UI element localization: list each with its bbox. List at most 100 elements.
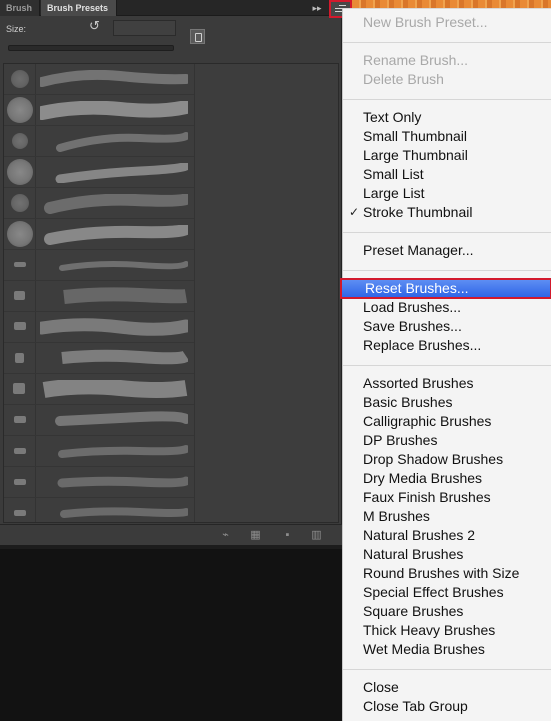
list-divider: [194, 64, 195, 522]
menu-separator: [343, 42, 551, 43]
brush-preset-item[interactable]: [4, 126, 194, 157]
menu-separator: [343, 270, 551, 271]
brush-preset-list[interactable]: [3, 63, 339, 523]
brush-tip-thumbnail: [4, 95, 36, 125]
brush-preset-item[interactable]: [4, 64, 194, 95]
menu-item-close[interactable]: Close: [343, 678, 551, 697]
menu-item-label: Stroke Thumbnail: [363, 204, 473, 220]
brush-tip-thumbnail: [4, 467, 36, 497]
brush-preset-item[interactable]: [4, 343, 194, 374]
menu-separator: [343, 365, 551, 366]
brush-preset-item[interactable]: [4, 281, 194, 312]
brush-stroke-preview: [40, 318, 188, 336]
menu-item-large-thumbnail[interactable]: Large Thumbnail: [343, 146, 551, 165]
menu-item-delete-brush[interactable]: Delete Brush: [343, 70, 551, 89]
menu-item-brush-library[interactable]: Drop Shadow Brushes: [343, 450, 551, 469]
size-field[interactable]: [113, 20, 176, 36]
menu-item-load-brushes[interactable]: Load Brushes...: [343, 298, 551, 317]
brush-tip-thumbnail: [4, 250, 36, 280]
brush-stroke-preview: [44, 225, 188, 245]
menu-item-preset-manager[interactable]: Preset Manager...: [343, 241, 551, 260]
menu-item-new-brush-preset[interactable]: New Brush Preset...: [343, 13, 551, 32]
tab-brush[interactable]: Brush: [0, 0, 40, 16]
menu-item-brush-library[interactable]: Basic Brushes: [343, 393, 551, 412]
brush-preset-item[interactable]: [4, 188, 194, 219]
menu-item-reset-brushes[interactable]: Reset Brushes...: [340, 278, 551, 299]
menu-separator: [343, 99, 551, 100]
brush-tip-thumbnail: [4, 374, 36, 404]
brush-tip-thumbnail: [4, 343, 36, 373]
menu-item-stroke-thumbnail[interactable]: ✓ Stroke Thumbnail: [343, 203, 551, 222]
grid-icon[interactable]: ▦: [249, 529, 262, 541]
menu-item-brush-library[interactable]: Square Brushes: [343, 602, 551, 621]
menu-item-brush-library[interactable]: Faux Finish Brushes: [343, 488, 551, 507]
menu-separator: [343, 669, 551, 670]
menu-item-brush-library[interactable]: Natural Brushes 2: [343, 526, 551, 545]
menu-item-large-list[interactable]: Large List: [343, 184, 551, 203]
brush-stroke-preview: [40, 70, 188, 87]
menu-item-rename-brush[interactable]: Rename Brush...: [343, 51, 551, 70]
brush-tip-thumbnail: [4, 126, 36, 156]
brush-preset-item[interactable]: [4, 312, 194, 343]
size-label: Size:: [6, 24, 27, 34]
brush-preset-item[interactable]: [4, 498, 194, 522]
brush-stroke-preview: [57, 476, 188, 488]
menu-item-brush-library[interactable]: DP Brushes: [343, 431, 551, 450]
brush-tip-thumbnail: [4, 312, 36, 342]
brush-stroke-preview: [40, 101, 188, 120]
tab-brush-presets[interactable]: Brush Presets: [41, 0, 117, 16]
menu-item-text-only[interactable]: Text Only: [343, 108, 551, 127]
brush-tip-thumbnail: [4, 188, 36, 218]
create-new-brush-icon[interactable]: [190, 29, 205, 44]
new-page-icon[interactable]: ▪: [281, 529, 294, 541]
brush-preset-item[interactable]: [4, 436, 194, 467]
menu-item-brush-library[interactable]: Wet Media Brushes: [343, 640, 551, 659]
menu-item-save-brushes[interactable]: Save Brushes...: [343, 317, 551, 336]
brush-preset-item[interactable]: [4, 157, 194, 188]
brush-tip-thumbnail: [4, 281, 36, 311]
menu-item-brush-library[interactable]: Natural Brushes: [343, 545, 551, 564]
menu-item-close-tab-group[interactable]: Close Tab Group: [343, 697, 551, 716]
menu-item-brush-library[interactable]: Special Effect Brushes: [343, 583, 551, 602]
brush-preset-item[interactable]: [4, 250, 194, 281]
menu-item-brush-library[interactable]: Calligraphic Brushes: [343, 412, 551, 431]
brush-stroke-preview: [55, 163, 188, 183]
menu-item-brush-library[interactable]: Dry Media Brushes: [343, 469, 551, 488]
brush-presets-panel: Brush Brush Presets ▸▸ Size: ↺ ⌁ ▦ ▪ ▥: [0, 0, 342, 545]
size-slider[interactable]: [8, 45, 174, 51]
brush-preset-item[interactable]: [4, 405, 194, 436]
brush-tip-thumbnail: [4, 157, 36, 187]
brush-tip-thumbnail: [4, 498, 36, 522]
brush-preset-item[interactable]: [4, 95, 194, 126]
reset-arrow-icon[interactable]: ↺: [89, 19, 103, 33]
menu-item-small-thumbnail[interactable]: Small Thumbnail: [343, 127, 551, 146]
brush-tip-thumbnail: [4, 436, 36, 466]
brush-tip-thumbnail: [4, 405, 36, 435]
brush-stroke-preview: [44, 194, 188, 214]
brush-tip-thumbnail: [4, 219, 36, 249]
double-chevron-right-icon[interactable]: ▸▸: [310, 2, 324, 14]
brush-stroke-preview: [55, 411, 188, 426]
brush-preset-item[interactable]: [4, 374, 194, 405]
panel-tab-bar: Brush Brush Presets ▸▸: [0, 0, 342, 16]
brush-tip-thumbnail: [4, 64, 36, 94]
menu-item-replace-brushes[interactable]: Replace Brushes...: [343, 336, 551, 355]
menu-item-brush-library[interactable]: Thick Heavy Brushes: [343, 621, 551, 640]
brush-stroke-preview: [60, 507, 188, 518]
brush-stroke-preview: [56, 132, 188, 152]
brush-stroke-preview: [59, 261, 188, 271]
menu-separator: [343, 232, 551, 233]
panel-flyout-menu: New Brush Preset... Rename Brush... Dele…: [340, 8, 551, 721]
brush-preset-item[interactable]: [4, 219, 194, 250]
brush-stroke-preview: [42, 380, 188, 398]
menu-item-brush-library[interactable]: Round Brushes with Size: [343, 564, 551, 583]
panel-bottom-edge: [0, 545, 342, 549]
menu-item-brush-library[interactable]: Assorted Brushes: [343, 374, 551, 393]
menu-item-brush-library[interactable]: M Brushes: [343, 507, 551, 526]
brush-stroke-preview: [63, 287, 188, 304]
brush-stroke-preview: [61, 349, 188, 365]
brush-preset-item[interactable]: [4, 467, 194, 498]
menu-item-small-list[interactable]: Small List: [343, 165, 551, 184]
brush-panel-icon[interactable]: ⌁: [219, 529, 232, 541]
trash-icon[interactable]: ▥: [310, 529, 323, 541]
